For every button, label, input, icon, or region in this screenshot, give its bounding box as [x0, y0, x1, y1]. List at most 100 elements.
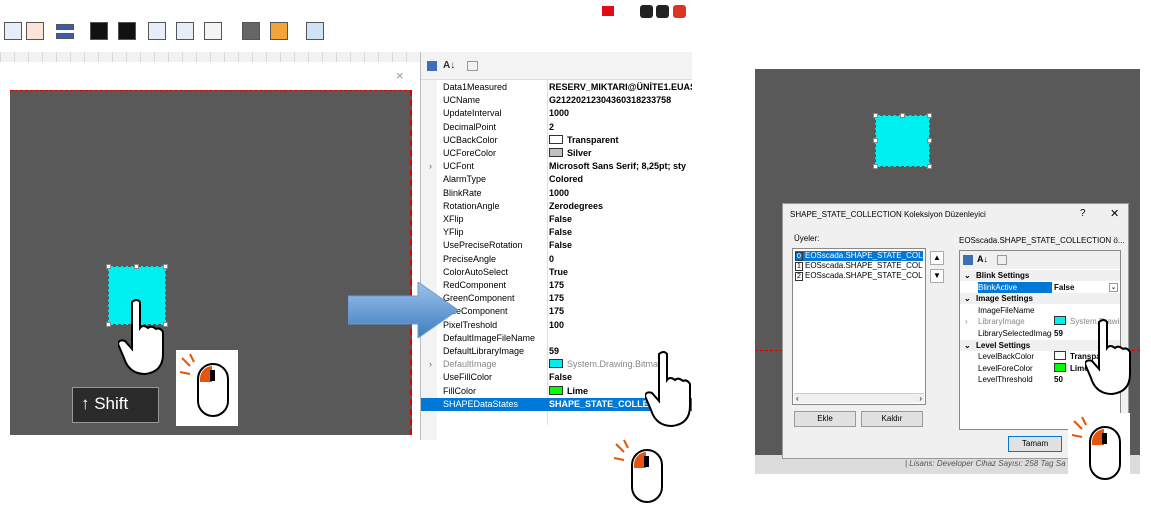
collapse-icon[interactable]: ⌄ — [964, 270, 971, 281]
send-back-icon[interactable] — [176, 22, 194, 40]
property-row[interactable]: YFlip False — [421, 226, 692, 239]
member-text: EOSscada.SHAPE_STATE_COLL — [805, 261, 923, 270]
property-value[interactable]: RESERV_MIKTARI@ÜNİTE1.EUAŞ — [549, 81, 692, 94]
list-item[interactable]: 2 EOSscada.SHAPE_STATE_COLL — [795, 271, 923, 281]
property-value[interactable]: False — [549, 226, 692, 239]
expand-icon[interactable]: › — [429, 358, 432, 371]
expand-icon[interactable]: › — [429, 160, 432, 173]
resize-handle[interactable] — [106, 264, 111, 269]
horizontal-scrollbar[interactable]: ‹ › — [794, 393, 924, 403]
property-row[interactable]: UCBackColor Transparent — [421, 134, 692, 147]
property-value[interactable]: Zerodegrees — [549, 200, 692, 213]
property-row[interactable]: UpdateInterval 1000 — [421, 107, 692, 120]
add-button[interactable]: Ekle — [794, 411, 856, 427]
property-row[interactable]: PixelTreshold 100 — [421, 319, 692, 332]
scroll-right-icon[interactable]: › — [919, 394, 922, 403]
resize-handle[interactable] — [163, 264, 168, 269]
resize-handle[interactable] — [873, 113, 878, 118]
move-down-button[interactable]: ▼ — [930, 269, 944, 283]
property-row[interactable]: GreenComponent 175 — [421, 292, 692, 305]
property-value[interactable]: False — [549, 213, 692, 226]
close-button[interactable]: ✕ — [1110, 207, 1119, 220]
resize-handle[interactable] — [873, 138, 878, 143]
bring-front-icon[interactable] — [148, 22, 166, 40]
align-icon[interactable] — [56, 24, 74, 30]
help-button[interactable]: ? — [1080, 208, 1086, 219]
property-pages-icon[interactable] — [467, 61, 478, 71]
remove-button[interactable]: Kaldır — [861, 411, 923, 427]
property-value[interactable]: 2 — [549, 121, 692, 134]
resize-handle[interactable] — [927, 164, 932, 169]
properties-icon[interactable] — [204, 22, 222, 40]
property-value[interactable]: 1000 — [549, 107, 692, 120]
property-row[interactable]: DefaultImageFileName — [421, 332, 692, 345]
minimize-icon[interactable] — [656, 5, 669, 18]
property-value[interactable]: G21220212304360318233758 — [549, 94, 692, 107]
resize-handle[interactable] — [900, 113, 905, 118]
property-value[interactable]: 100 — [549, 319, 692, 332]
property-value[interactable]: 0 — [549, 253, 692, 266]
resize-handle[interactable] — [927, 138, 932, 143]
property-value[interactable]: Colored — [549, 173, 692, 186]
property-row[interactable]: BlinkRate 1000 — [421, 187, 692, 200]
list-item[interactable]: 1 EOSscada.SHAPE_STATE_COLL — [795, 261, 923, 271]
property-value[interactable]: Silver — [549, 147, 692, 160]
close-icon[interactable]: × — [396, 68, 404, 83]
categorized-icon[interactable] — [963, 255, 973, 265]
building-icon[interactable] — [242, 22, 260, 40]
list-item[interactable]: 0 EOSscada.SHAPE_STATE_COLL — [795, 251, 923, 261]
sort-alpha-icon[interactable]: A↓ — [977, 254, 988, 264]
collapse-icon[interactable]: ⌄ — [964, 293, 971, 304]
dropdown-icon[interactable]: ⌄ — [1109, 282, 1118, 292]
property-value[interactable]: 175 — [549, 279, 692, 292]
property-row[interactable]: BlueComponent 175 — [421, 305, 692, 318]
property-row[interactable]: › UCFont Microsoft Sans Serif; 8,25pt; sty — [421, 160, 692, 173]
resize-handle[interactable] — [134, 264, 139, 269]
property-row[interactable]: ImageFileName — [960, 305, 1120, 316]
members-list[interactable]: 0 EOSscada.SHAPE_STATE_COLL 1 EOSscada.SHAP… — [792, 248, 926, 405]
property-value[interactable]: False — [549, 239, 692, 252]
property-row[interactable]: DecimalPoint 2 — [421, 121, 692, 134]
ungroup-icon[interactable] — [118, 22, 136, 40]
move-up-button[interactable]: ▲ — [930, 251, 944, 265]
property-row[interactable]: UsePreciseRotation False — [421, 239, 692, 252]
property-row[interactable]: RedComponent 175 — [421, 279, 692, 292]
property-row[interactable]: UCName G21220212304360318233758 — [421, 94, 692, 107]
property-row[interactable]: XFlip False — [421, 213, 692, 226]
property-row[interactable]: Data1Measured RESERV_MIKTARI@ÜNİTE1.EUAŞ — [421, 81, 692, 94]
power-icon[interactable] — [673, 5, 686, 18]
categorized-icon[interactable] — [427, 61, 437, 71]
sort-alpha-icon[interactable]: A↓ — [443, 60, 455, 71]
property-row[interactable]: AlarmType Colored — [421, 173, 692, 186]
property-row[interactable]: RotationAngle Zerodegrees — [421, 200, 692, 213]
package-icon[interactable] — [270, 22, 288, 40]
ok-button[interactable]: Tamam — [1008, 436, 1062, 452]
property-row[interactable]: BlinkActive False ⌄ — [960, 281, 1120, 293]
property-value[interactable]: 175 — [549, 292, 692, 305]
collapse-icon[interactable]: ⌄ — [964, 340, 971, 351]
property-category[interactable]: ⌄ Blink Settings — [960, 270, 1120, 281]
property-pages-icon[interactable] — [997, 255, 1007, 265]
document-icon[interactable] — [4, 22, 22, 40]
property-value[interactable]: Transparent — [549, 134, 692, 147]
group-icon[interactable] — [90, 22, 108, 40]
property-value-text: False — [1054, 282, 1075, 292]
scroll-left-icon[interactable]: ‹ — [796, 394, 799, 403]
expand-icon[interactable]: › — [965, 316, 968, 327]
property-value[interactable]: 1000 — [549, 187, 692, 200]
property-value[interactable]: 175 — [549, 305, 692, 318]
property-row[interactable]: UCForeColor Silver — [421, 147, 692, 160]
selected-shape-2[interactable] — [873, 113, 932, 169]
turkey-flag-icon[interactable] — [602, 6, 614, 16]
layout-icon[interactable] — [26, 22, 44, 40]
property-row[interactable]: PreciseAngle 0 — [421, 253, 692, 266]
property-category[interactable]: ⌄ Image Settings — [960, 293, 1120, 305]
resize-handle[interactable] — [927, 113, 932, 118]
resize-handle[interactable] — [106, 322, 111, 327]
restore-icon[interactable] — [640, 5, 653, 18]
property-row[interactable]: ColorAutoSelect True — [421, 266, 692, 279]
resize-handle[interactable] — [873, 164, 878, 169]
property-value[interactable]: True — [549, 266, 692, 279]
property-value[interactable]: Microsoft Sans Serif; 8,25pt; sty — [549, 160, 692, 173]
monitor-icon[interactable] — [306, 22, 324, 40]
